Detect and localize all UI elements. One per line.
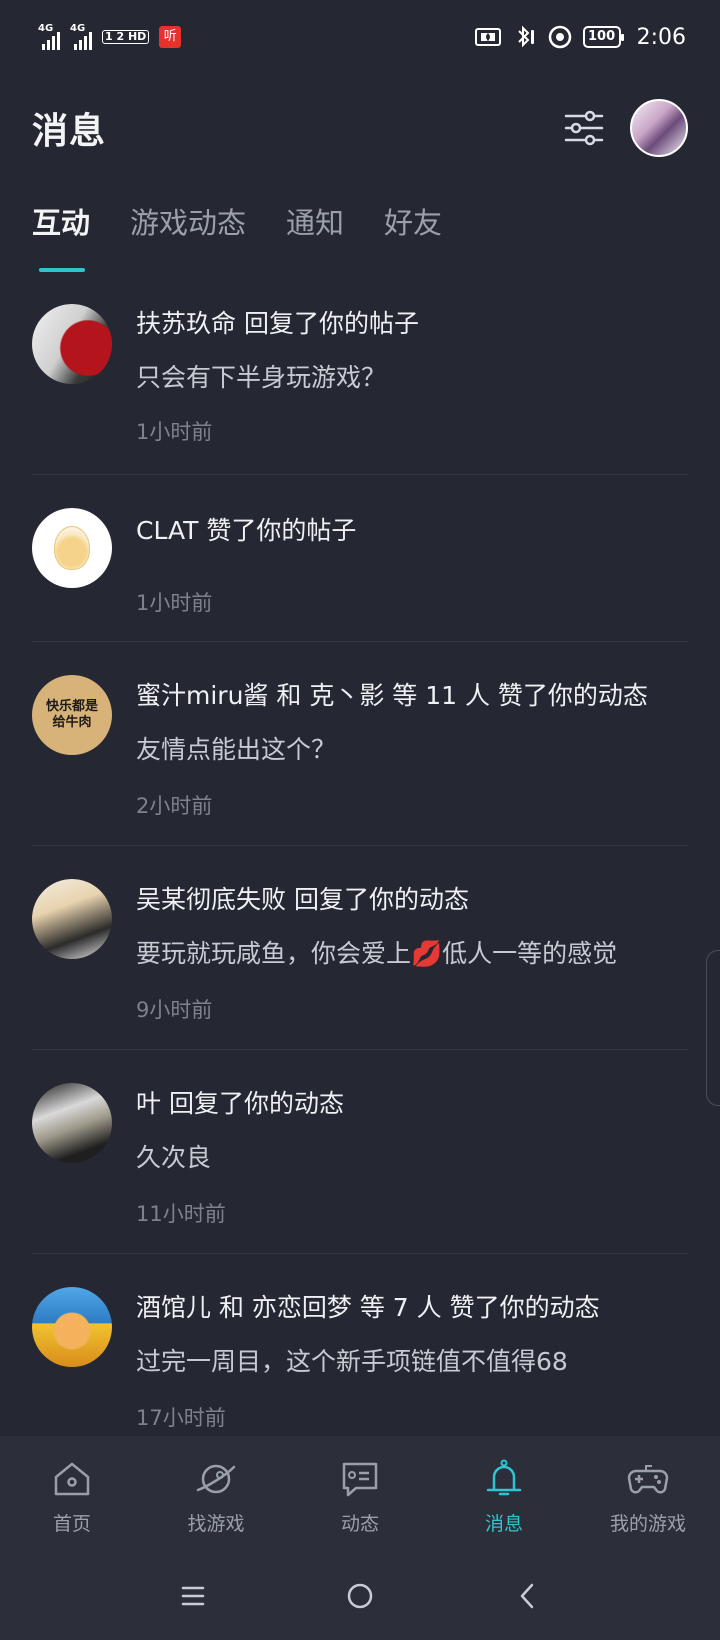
tab-game-news[interactable]: 游戏动态 (130, 200, 246, 248)
status-right: 100 2:06 (474, 24, 686, 50)
avatar[interactable]: 快乐都是给牛肉 (32, 675, 112, 755)
tab-friends[interactable]: 好友 (384, 200, 442, 248)
avatar-text: 快乐都是给牛肉 (45, 699, 98, 730)
system-navigation-bar (0, 1552, 720, 1640)
bottom-navigation: 首页 找游戏 动态 消息 我的游戏 (0, 1436, 720, 1552)
network-type-2: 4G (70, 23, 86, 34)
message-content: 过完一周目，这个新手项链值不值得68 (136, 1347, 568, 1376)
nav-discover[interactable]: 找游戏 (144, 1457, 288, 1536)
message-title: 酒馆儿 和 亦恋回梦 等 7 人 赞了你的动态 (136, 1293, 600, 1322)
nav-messages[interactable]: 消息 (432, 1457, 576, 1536)
nav-my-games[interactable]: 我的游戏 (576, 1457, 720, 1536)
avatar[interactable] (32, 879, 112, 959)
message-content: 久次良 (136, 1143, 212, 1172)
planet-icon (196, 1464, 236, 1493)
list-item[interactable]: 扶苏玖命 回复了你的帖子 只会有下半身玩游戏？ 1小时前 (32, 290, 688, 475)
list-item[interactable]: 酒馆儿 和 亦恋回梦 等 7 人 赞了你的动态 过完一周目，这个新手项链值不值得… (32, 1254, 688, 1444)
battery-indicator: 100 (582, 26, 624, 48)
back-button[interactable] (497, 1566, 557, 1626)
message-time: 17小时前 (136, 1406, 226, 1430)
menu-button[interactable] (163, 1566, 223, 1626)
circle-home-icon (347, 1583, 373, 1609)
tab-interaction[interactable]: 互动 (32, 200, 90, 248)
side-drawer-handle[interactable] (706, 950, 720, 1106)
list-item[interactable]: CLAT 赞了你的帖子 1小时前 (32, 475, 688, 642)
signal-icon: 4G (38, 23, 60, 50)
nav-label: 消息 (484, 1512, 523, 1535)
avatar[interactable] (32, 508, 112, 588)
home-button[interactable] (330, 1566, 390, 1626)
message-time: 9小时前 (136, 998, 213, 1022)
message-time: 1小时前 (136, 420, 213, 444)
nav-feed[interactable]: 动态 (288, 1457, 432, 1536)
list-item[interactable]: 叶 回复了你的动态 久次良 11小时前 (32, 1050, 688, 1254)
message-time: 11小时前 (136, 1202, 226, 1226)
message-time: 2小时前 (136, 794, 213, 818)
clock: 2:06 (636, 24, 686, 50)
header-actions (562, 99, 688, 157)
chevron-left-icon (520, 1583, 533, 1609)
message-title: 叶 回复了你的动态 (136, 1089, 344, 1118)
feed-icon (342, 1462, 378, 1496)
status-bar: 4G 4G 1 2 HD 听 100 2:06 (0, 0, 720, 74)
message-content: 友情点能出这个？ (136, 735, 337, 764)
avatar[interactable] (32, 1287, 112, 1367)
nav-label: 动态 (340, 1512, 379, 1535)
nav-label: 首页 (52, 1512, 91, 1535)
page-title: 消息 (32, 111, 107, 152)
network-type: 4G (38, 23, 54, 34)
message-content: 只会有下半身玩游戏？ (136, 363, 387, 392)
ting-app-icon: 听 (159, 26, 182, 48)
active-tab-indicator (39, 268, 85, 272)
bluetooth-icon (511, 24, 537, 50)
message-content: 要玩就玩咸鱼，你会爱上💋低人一等的感觉 (136, 939, 618, 968)
message-time: 1小时前 (136, 591, 213, 615)
avatar[interactable] (32, 1083, 112, 1163)
message-title: CLAT 赞了你的帖子 (136, 516, 357, 545)
page-header: 消息 (0, 92, 720, 164)
gamepad-icon (627, 1464, 669, 1493)
list-item[interactable]: 快乐都是给牛肉 蜜汁miru酱 和 克丶影 等 11 人 赞了你的动态 友情点能… (32, 642, 688, 846)
nav-label: 我的游戏 (609, 1512, 686, 1535)
user-avatar[interactable] (630, 99, 688, 157)
message-title: 蜜汁miru酱 和 克丶影 等 11 人 赞了你的动态 (136, 681, 648, 710)
message-tabs: 互动 游戏动态 通知 好友 (32, 200, 442, 248)
hd-badge: 1 2 HD (102, 30, 150, 44)
menu-icon (182, 1586, 205, 1606)
message-title: 吴某彻底失败 回复了你的动态 (136, 885, 469, 914)
filter-button[interactable] (562, 106, 606, 150)
hotspot-icon (547, 24, 573, 50)
status-left: 4G 4G 1 2 HD 听 (38, 23, 182, 50)
avatar[interactable] (32, 304, 112, 384)
list-item[interactable]: 吴某彻底失败 回复了你的动态 要玩就玩咸鱼，你会爱上💋低人一等的感觉 9小时前 (32, 846, 688, 1050)
home-icon (54, 1462, 90, 1495)
signal-icon-2: 4G (70, 23, 92, 50)
sliders-icon (564, 110, 604, 146)
message-title: 扶苏玖命 回复了你的帖子 (136, 309, 419, 338)
tab-notifications[interactable]: 通知 (286, 200, 344, 248)
nfc-icon (474, 24, 501, 50)
bell-icon (486, 1459, 522, 1495)
message-list: 扶苏玖命 回复了你的帖子 只会有下半身玩游戏？ 1小时前 CLAT 赞了你的帖子… (0, 290, 720, 1444)
nav-label: 找游戏 (187, 1512, 245, 1535)
nav-home[interactable]: 首页 (0, 1457, 144, 1536)
